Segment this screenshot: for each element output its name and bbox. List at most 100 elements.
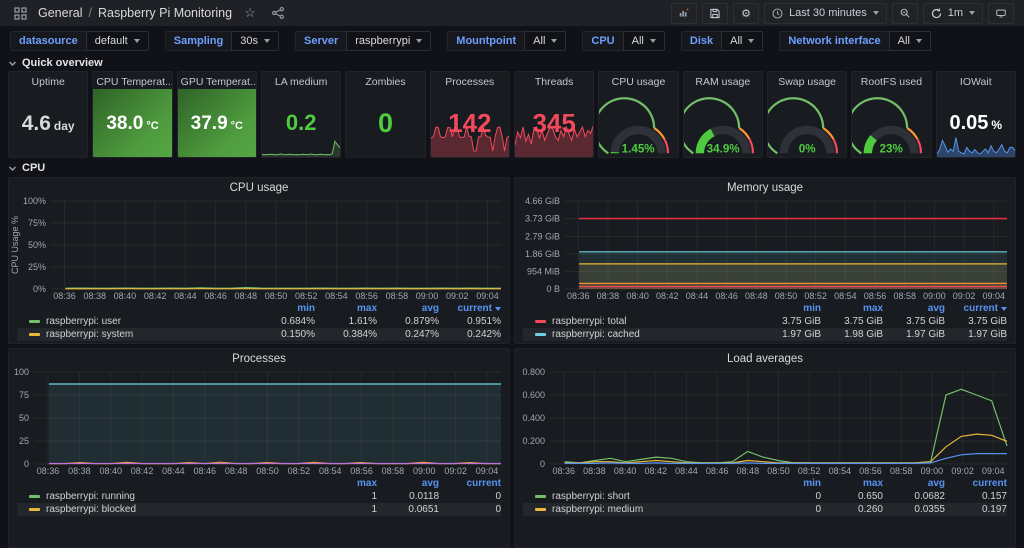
memory-usage-plot[interactable]: 4.66 GiB3.73 GiB2.79 GiB1.86 GiB954 MiB0…	[515, 196, 1015, 302]
legend-value: 0.0682	[883, 491, 945, 502]
stat-panel-zombies[interactable]: Zombies0	[345, 71, 425, 158]
stat-panel-iowait[interactable]: IOWait0.05%	[936, 71, 1016, 158]
share-icon[interactable]	[268, 3, 288, 23]
svg-text:34.9%: 34.9%	[706, 142, 740, 155]
stat-panel-swap-usage[interactable]: Swap usage0%	[767, 71, 847, 158]
series-color-dash[interactable]	[535, 320, 546, 323]
series-name[interactable]: raspberrypi: total	[552, 316, 759, 327]
stat-panel-gpu-temperat-[interactable]: GPU Temperat...37.9°C	[177, 71, 257, 158]
svg-text:08:48: 08:48	[225, 466, 248, 476]
stat-panel-rootfs-used[interactable]: RootFS used23%	[851, 71, 931, 158]
stat-body: 4.6day	[9, 89, 87, 157]
panel-title[interactable]: CPU usage	[9, 178, 509, 196]
refresh-picker[interactable]: 1m	[923, 3, 983, 24]
series-color-dash[interactable]	[29, 333, 40, 336]
series-name[interactable]: raspberrypi: user	[46, 316, 253, 327]
series-color-dash[interactable]	[535, 508, 546, 511]
series-name[interactable]: raspberrypi: cached	[552, 329, 759, 340]
svg-text:08:54: 08:54	[325, 291, 348, 301]
filter-value-dropdown[interactable]: All	[524, 31, 566, 51]
cpu-usage-plot[interactable]: 100%75%50%25%0%08:3608:3808:4008:4208:44…	[9, 196, 509, 302]
add-panel-icon[interactable]	[671, 3, 697, 24]
panel-memory-usage: Memory usage 4.66 GiB3.73 GiB2.79 GiB1.8…	[514, 177, 1016, 344]
legend-sort-max[interactable]: max	[315, 478, 377, 489]
time-range-picker[interactable]: Last 30 minutes	[764, 3, 887, 24]
kiosk-mode-icon[interactable]	[988, 3, 1014, 24]
filter-value-dropdown[interactable]: default	[86, 31, 149, 51]
filter-value-dropdown[interactable]: All	[721, 31, 763, 51]
legend-value: 3.75 GiB	[759, 316, 821, 327]
series-color-dash[interactable]	[535, 495, 546, 498]
series-color-dash[interactable]	[29, 508, 40, 511]
legend-sort-current[interactable]: current	[945, 303, 1007, 314]
series-name[interactable]: raspberrypi: system	[46, 329, 253, 340]
stat-panel-threads[interactable]: Threads345	[514, 71, 594, 158]
legend-sort-avg[interactable]: avg	[883, 303, 945, 314]
legend-sort-current[interactable]: current	[439, 478, 501, 489]
legend-sort-avg[interactable]: avg	[377, 478, 439, 489]
row-header-cpu[interactable]: CPU	[0, 160, 1024, 176]
apps-grid-icon[interactable]	[10, 3, 30, 23]
dashboard-title[interactable]: Raspberry Pi Monitoring	[98, 6, 232, 20]
series-color-dash[interactable]	[535, 333, 546, 336]
stat-panel-la-medium[interactable]: LA medium0.2	[261, 71, 341, 158]
legend-sort-max[interactable]: max	[821, 303, 883, 314]
stat-number: 0.2	[286, 112, 317, 134]
series-color-dash[interactable]	[29, 495, 40, 498]
svg-text:08:46: 08:46	[204, 291, 227, 301]
legend-value: 1.97 GiB	[945, 329, 1007, 340]
memory-usage-legend: minmaxavgcurrentraspberrypi: total3.75 G…	[515, 302, 1015, 341]
legend-value: 0.951%	[439, 316, 501, 327]
filter-value-dropdown[interactable]: 30s	[231, 31, 279, 51]
series-name[interactable]: raspberrypi: blocked	[46, 504, 315, 515]
series-color-dash[interactable]	[29, 320, 40, 323]
svg-text:08:50: 08:50	[767, 466, 790, 476]
processes-plot[interactable]: 100755025008:3608:3808:4008:4208:4408:46…	[9, 367, 509, 477]
svg-text:08:36: 08:36	[37, 466, 60, 476]
svg-text:08:58: 08:58	[386, 291, 409, 301]
series-name[interactable]: raspberrypi: medium	[552, 504, 759, 515]
stat-title: CPU usage	[599, 72, 677, 89]
legend-sort-max[interactable]: max	[315, 303, 377, 314]
star-icon[interactable]: ☆	[240, 3, 260, 23]
legend-value: 3.75 GiB	[945, 316, 1007, 327]
stat-panel-uptime[interactable]: Uptime4.6day	[8, 71, 88, 158]
legend-sort-min[interactable]: min	[759, 478, 821, 489]
filter-pill: Sampling30s	[165, 31, 279, 51]
zoom-out-icon[interactable]	[892, 3, 918, 24]
row-header-quick-overview[interactable]: Quick overview	[0, 55, 1024, 71]
legend-sort-avg[interactable]: avg	[883, 478, 945, 489]
panel-title[interactable]: Load averages	[515, 349, 1015, 367]
stat-title: IOWait	[937, 72, 1015, 89]
svg-text:08:44: 08:44	[686, 291, 709, 301]
legend-sort-current[interactable]: current	[439, 303, 501, 314]
stat-panel-processes[interactable]: Processes142	[430, 71, 510, 158]
panel-load-averages: Load averages 0.8000.6000.4000.200008:36…	[514, 348, 1016, 548]
stat-panel-cpu-usage[interactable]: CPU usage1.45%	[598, 71, 678, 158]
stat-panel-ram-usage[interactable]: RAM usage34.9%	[683, 71, 763, 158]
save-dashboard-icon[interactable]	[702, 3, 728, 24]
series-name[interactable]: raspberrypi: running	[46, 491, 315, 502]
refresh-interval-label: 1m	[948, 7, 963, 19]
panel-title[interactable]: Processes	[9, 349, 509, 367]
legend-sort-current[interactable]: current	[945, 478, 1007, 489]
legend-row: raspberrypi: user0.684%1.61%0.879%0.951%	[17, 315, 501, 328]
svg-text:08:36: 08:36	[53, 291, 76, 301]
legend-value: 1.97 GiB	[759, 329, 821, 340]
legend-sort-min[interactable]: min	[253, 303, 315, 314]
legend-sort-avg[interactable]: avg	[377, 303, 439, 314]
svg-text:954 MiB: 954 MiB	[527, 266, 560, 276]
stat-panel-cpu-temperat-[interactable]: CPU Temperat...38.0°C	[92, 71, 172, 158]
dashboard-settings-icon[interactable]: ⚙	[733, 3, 759, 24]
filter-value-dropdown[interactable]: All	[623, 31, 665, 51]
stat-title: Threads	[515, 72, 593, 89]
load-averages-plot[interactable]: 0.8000.6000.4000.200008:3608:3808:4008:4…	[515, 367, 1015, 477]
filter-value-dropdown[interactable]: raspberrypi	[346, 31, 431, 51]
legend-sort-max[interactable]: max	[821, 478, 883, 489]
filter-pill: Serverraspberrypi	[295, 31, 431, 51]
breadcrumb-folder[interactable]: General	[38, 6, 82, 20]
legend-sort-min[interactable]: min	[759, 303, 821, 314]
panel-title[interactable]: Memory usage	[515, 178, 1015, 196]
series-name[interactable]: raspberrypi: short	[552, 491, 759, 502]
filter-value-dropdown[interactable]: All	[889, 31, 931, 51]
